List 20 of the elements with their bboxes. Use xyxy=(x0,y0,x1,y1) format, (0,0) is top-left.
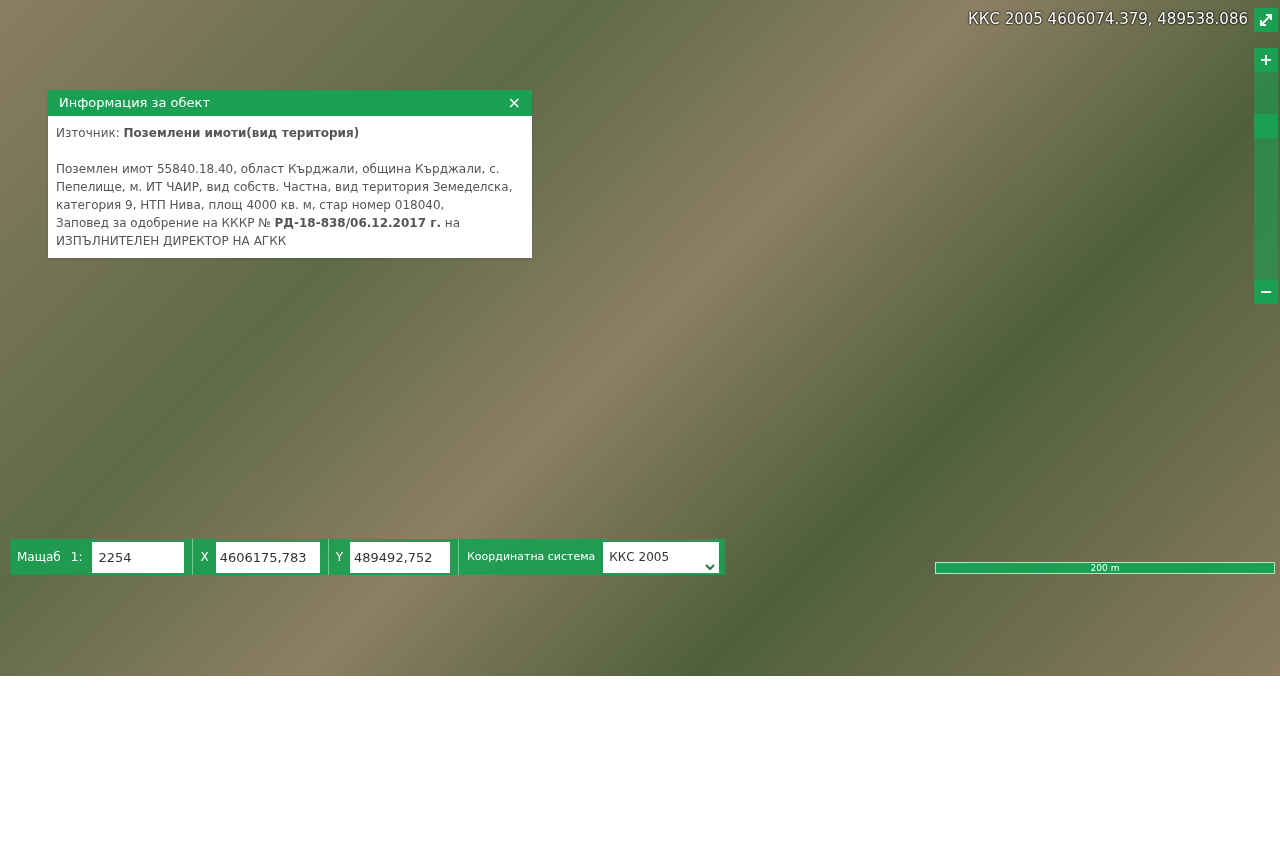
scale-bar-label: 200 m xyxy=(1090,563,1120,573)
scale-label: Мащаб xyxy=(17,549,61,566)
fullscreen-button[interactable] xyxy=(1254,8,1278,32)
expand-icon xyxy=(1259,13,1273,27)
source-text: Източник: Поземлени имоти(вид територия) xyxy=(56,125,361,142)
coordinate-readout: ККС 2005 4606074.379, 489538.086 xyxy=(968,9,1248,30)
scale-input[interactable]: 2254 xyxy=(92,541,185,573)
y-input[interactable]: 489492,752 xyxy=(350,541,451,573)
zoom-slider-handle[interactable] xyxy=(1254,114,1278,139)
aerial-map[interactable] xyxy=(0,0,1280,676)
scale-prefix: 1: xyxy=(70,549,83,566)
y-label: Y xyxy=(335,549,344,566)
crs-label: Координатна система xyxy=(467,548,596,565)
zoom-slider[interactable] xyxy=(1254,72,1278,280)
popup-title: Информация за обект xyxy=(59,94,210,113)
x-input[interactable]: 4606175,783 xyxy=(215,541,320,573)
x-label: X xyxy=(200,549,209,566)
crs-select[interactable]: ККС 2005 xyxy=(603,541,720,573)
parcel-description: Заповед за одобрение на КККР № РД-18-838/06.12.2017 г. на ИЗПЪЛНИТЕЛЕН ДИРЕКТОР НА АГКК xyxy=(56,215,461,250)
chevron-down-icon xyxy=(705,563,716,571)
